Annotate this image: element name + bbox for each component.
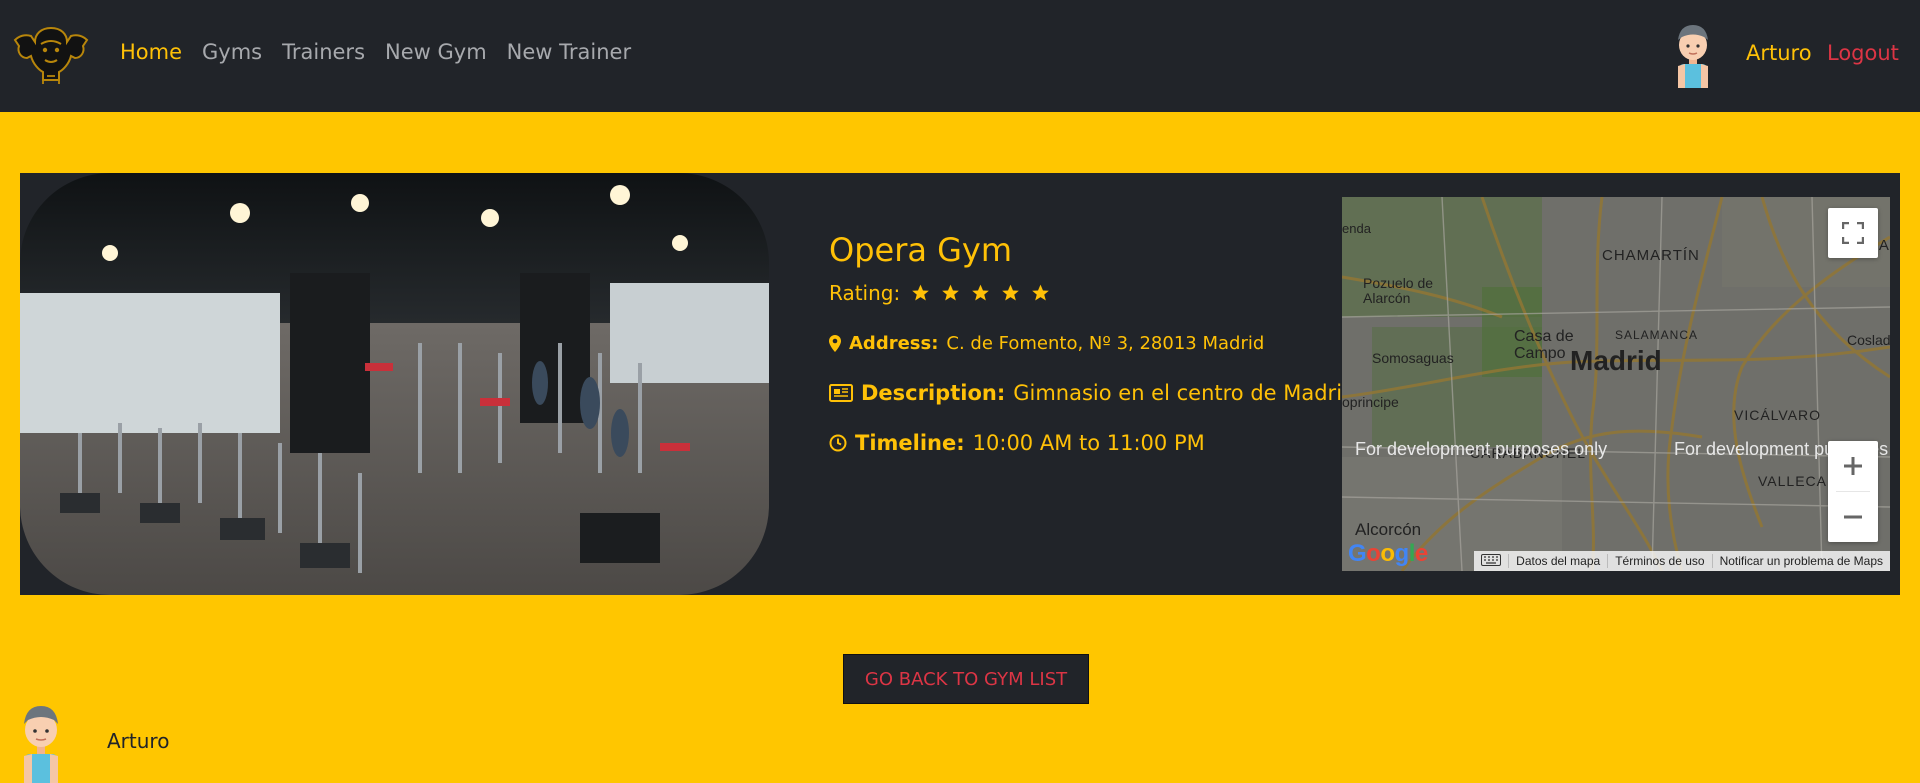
description-label: Description: [861,381,1006,405]
nav-home[interactable]: Home [120,40,182,64]
map-label-coslada: Coslad [1847,332,1890,348]
map-zoom-controls [1828,441,1878,542]
nav-links: Home Gyms Trainers New Gym New Trainer [120,40,631,64]
map-fullscreen-button[interactable] [1828,208,1878,258]
clock-icon [829,434,847,452]
nav-user-name[interactable]: Arturo [1746,41,1812,65]
map-report-link[interactable]: Notificar un problema de Maps [1711,554,1890,568]
gym-address: Address: C. de Fomento, Nº 3, 28013 Madr… [829,333,1264,354]
nav-trainers[interactable]: Trainers [282,40,365,64]
map-label-alcorcon: Alcorcón [1355,520,1422,539]
map-label-vallecas: VALLECA [1758,473,1827,489]
logout-link[interactable]: Logout [1827,41,1899,65]
map-label-principe: oprincipe [1342,394,1399,410]
map-label-salamanca: SALAMANCA [1615,328,1699,342]
gym-rating: Rating: [829,281,1051,305]
gym-description: Description: Gimnasio en el centro de Ma… [829,381,1355,405]
map-dev-watermark: For development purposes only [1355,439,1608,459]
description-value: Gimnasio en el centro de Madrid [1013,381,1356,405]
star-icon [912,284,930,301]
address-label: Address: [849,333,939,354]
nav-new-gym[interactable]: New Gym [385,40,487,64]
bodybuilder-logo-icon[interactable] [13,22,89,88]
google-logo: Google [1348,540,1428,567]
map-data-link[interactable]: Datos del mapa [1508,554,1607,568]
map-label-chamartin: CHAMARTÍN [1602,247,1700,264]
gym-name: Opera Gym [829,231,1013,269]
timeline-value: 10:00 AM to 11:00 PM [972,431,1205,455]
map-marker-icon [829,335,841,352]
nav-new-trainer[interactable]: New Trainer [507,40,631,64]
star-icon [1032,284,1050,301]
map-attribution: Datos del mapa Términos de uso Notificar… [1474,551,1890,571]
map-label-somosaguas: Somosaguas [1372,350,1454,366]
map-label-madrid: Madrid [1570,345,1662,376]
nav-gyms[interactable]: Gyms [202,40,262,64]
map-label-vicalvaro: VICÁLVARO [1734,407,1822,423]
gym-photo [20,173,769,595]
gym-timeline: Timeline: 10:00 AM to 11:00 PM [829,431,1205,455]
star-icon [972,284,990,301]
back-to-gym-list-button[interactable]: GO BACK TO GYM LIST [843,654,1089,704]
address-value: C. de Fomento, Nº 3, 28013 Madrid [946,333,1265,354]
star-icon [942,284,960,301]
rating-stars [910,283,1051,303]
newspaper-icon [829,384,853,402]
timeline-label: Timeline: [855,431,965,455]
fullscreen-icon [1842,222,1864,244]
map-label-casa-de-campo: Casa de Campo [1514,328,1574,362]
navbar: Home Gyms Trainers New Gym New Trainer A… [0,0,1920,112]
plus-icon [1844,457,1862,475]
keyboard-shortcuts-icon[interactable] [1474,553,1508,569]
footer-user-avatar [14,700,68,783]
footer-user-name: Arturo [107,729,170,753]
minus-icon [1844,515,1862,519]
map-label-enda: enda [1342,221,1371,236]
rating-label: Rating: [829,281,901,305]
map-zoom-out-button[interactable] [1828,492,1878,542]
gym-map[interactable]: enda CHAMARTÍN BARA Pozuelo de Alarcón C… [1342,197,1890,571]
map-label-pozuelo: Pozuelo de Alarcón [1363,275,1434,306]
map-terms-link[interactable]: Términos de uso [1607,554,1711,568]
star-icon [1002,284,1020,301]
map-zoom-in-button[interactable] [1828,441,1878,491]
user-avatar[interactable] [1668,20,1718,88]
